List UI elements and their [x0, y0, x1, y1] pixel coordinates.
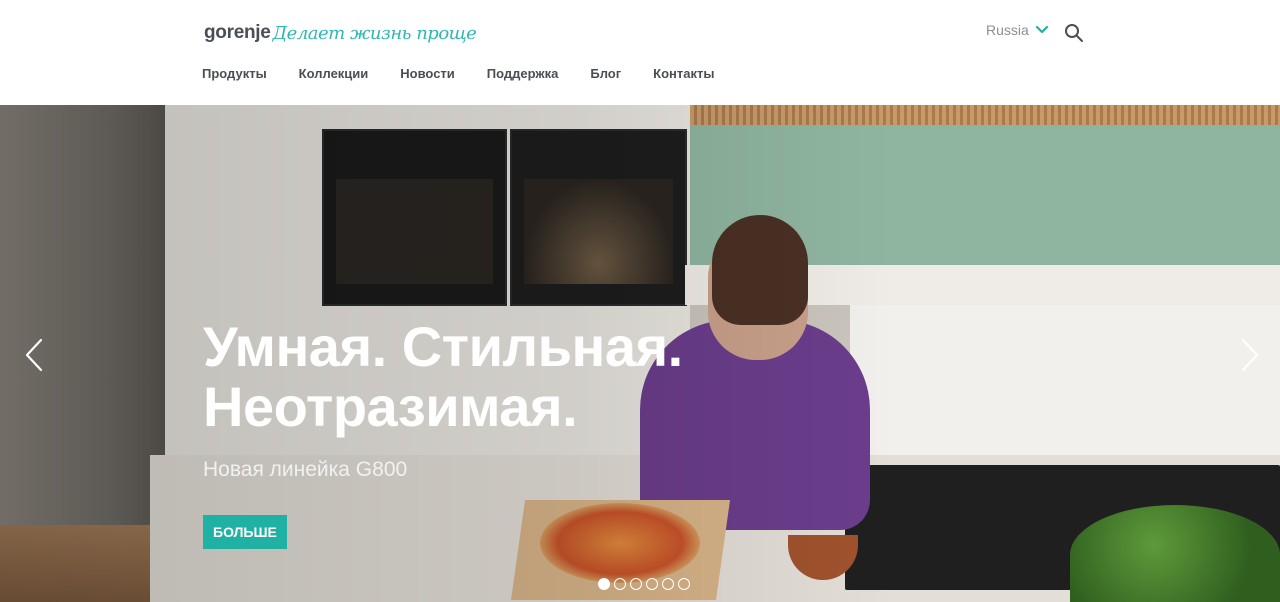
slider-dot[interactable] [630, 578, 642, 590]
slider-dot[interactable] [678, 578, 690, 590]
logo-brand: gorenje [204, 22, 271, 43]
more-button[interactable]: БОЛЬШЕ [203, 515, 287, 549]
language-selector[interactable]: Russia [986, 22, 1049, 38]
site-header: gorenje Делает жизнь проще Russia Продук… [0, 0, 1280, 105]
nav-item-products[interactable]: Продукты [202, 66, 267, 81]
slider-dot[interactable] [646, 578, 658, 590]
hero-title-line-1: Умная. Стильная. [203, 315, 683, 378]
hero-title-line-2: Неотразимая. [203, 375, 578, 438]
slider-dots [598, 578, 690, 590]
search-icon[interactable] [1064, 23, 1084, 43]
hero-slider: Умная. Стильная. Неотразимая. Новая лине… [0, 105, 1280, 602]
nav-item-collections[interactable]: Коллекции [299, 66, 369, 81]
language-label: Russia [986, 22, 1029, 38]
hero-subtitle: Новая линейка G800 [203, 458, 408, 481]
nav-item-contacts[interactable]: Контакты [653, 66, 714, 81]
logo-slogan: Делает жизнь проще [272, 22, 477, 44]
hero-title: Умная. Стильная. Неотразимая. [203, 317, 723, 437]
nav-item-support[interactable]: Поддержка [487, 66, 559, 81]
slider-dot[interactable] [662, 578, 674, 590]
logo[interactable]: gorenje Делает жизнь проще [204, 18, 477, 48]
slider-dot[interactable] [598, 578, 610, 590]
slider-dot[interactable] [614, 578, 626, 590]
nav-item-blog[interactable]: Блог [590, 66, 621, 81]
chevron-left-icon[interactable] [22, 337, 46, 373]
nav-item-news[interactable]: Новости [400, 66, 455, 81]
chevron-down-icon [1035, 25, 1048, 34]
main-nav: Продукты Коллекции Новости Поддержка Бло… [202, 66, 746, 81]
chevron-right-icon[interactable] [1238, 337, 1262, 373]
